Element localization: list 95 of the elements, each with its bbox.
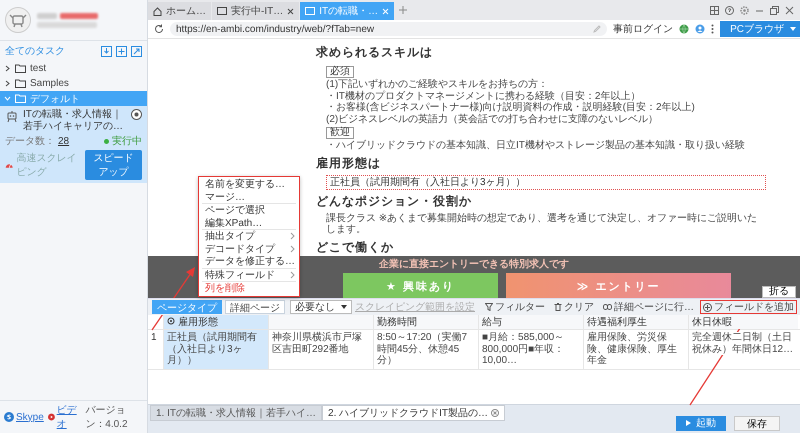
- robot-icon: [5, 109, 19, 123]
- toolbar-button[interactable]: クリア: [551, 300, 597, 314]
- collapse-button[interactable]: 折る: [762, 286, 796, 298]
- settings-icon[interactable]: [740, 6, 749, 14]
- body-text: 課長クラス ※あくまで募集開始時の想定であり、選考を通じて決定し、オファー時にご説明いたします。: [325, 212, 758, 236]
- import-icon[interactable]: [101, 46, 112, 56]
- body-text: ・ハイブリッドクラウドの基本知識、日立IT機材やストレージ製品の基本知識・取り扱い経験: [325, 140, 746, 152]
- pre-login-button[interactable]: 事前ログイン: [613, 22, 674, 36]
- column-header[interactable]: 休日休暇: [688, 315, 798, 329]
- help-icon[interactable]: [725, 6, 734, 14]
- speed-up-button[interactable]: スピードアップ: [85, 150, 142, 180]
- section-heading: 求められるスキルは: [316, 44, 434, 61]
- menu-item[interactable]: 列を削除: [199, 282, 299, 294]
- section-heading: 雇用形態は: [316, 154, 382, 172]
- play-icon: [686, 420, 691, 426]
- chevron-icon: [290, 270, 295, 279]
- folder-item[interactable]: Samples: [0, 76, 147, 91]
- footer-link[interactable]: Skype: [16, 412, 44, 422]
- task-tab[interactable]: 2. ハイブリッドクラウドIT製品の…: [322, 405, 506, 421]
- user-icon[interactable]: [695, 24, 706, 34]
- more-icon[interactable]: [711, 24, 714, 34]
- body-text: (2)ビジネスレベルの英語力（英会話での打ち合わせに支障のないレベル）: [325, 114, 660, 125]
- table-cell: 正社員（試用期間有（入社日より3ヶ月））: [163, 330, 268, 368]
- browser-tab[interactable]: 実行中-IT…: [212, 2, 300, 20]
- toolbar-button[interactable]: 詳細ページに行…: [600, 300, 697, 314]
- globe-icon[interactable]: [679, 24, 690, 34]
- toolbar-button[interactable]: フィルター: [482, 300, 548, 314]
- reload-icon[interactable]: [154, 24, 164, 34]
- skype-icon: [4, 412, 14, 422]
- column-header[interactable]: 給与: [478, 315, 583, 329]
- page-icon: [217, 7, 227, 15]
- new-tab-icon[interactable]: [399, 6, 408, 14]
- start-button[interactable]: 起動: [676, 416, 726, 430]
- filter-icon: [485, 303, 493, 311]
- footer-link[interactable]: ビデオ: [56, 403, 78, 431]
- menu-item[interactable]: データを修正する…: [199, 255, 299, 268]
- column-header[interactable]: 待遇福利厚生: [583, 315, 688, 329]
- row-number: 1: [150, 331, 158, 345]
- browser-mode-button[interactable]: PCブラウザ: [720, 21, 800, 37]
- status-dot-icon: [104, 138, 109, 144]
- caret-icon: [341, 305, 347, 309]
- restore-icon[interactable]: [770, 6, 779, 14]
- banner-text: 企業に直接エントリーできる特別求人です: [379, 258, 569, 271]
- tag: 歓迎: [326, 127, 354, 139]
- menu-item[interactable]: 抽出タイプ: [199, 230, 299, 242]
- home-icon: [153, 6, 162, 16]
- column-header[interactable]: 勤務時間: [373, 315, 478, 329]
- folder-icon: [15, 79, 26, 88]
- task-title: ITの転職・求人情報｜若手ハイキャリアの…: [23, 109, 124, 132]
- stop-icon[interactable]: [131, 109, 142, 120]
- section-title: 全てのタスク: [5, 45, 65, 58]
- close-icon[interactable]: [491, 409, 500, 417]
- close-icon[interactable]: [785, 6, 794, 14]
- mode-label: 高速スクレイピング: [16, 152, 78, 179]
- selected-element[interactable]: 正社員（試用期間有（入社日より3ヶ月））: [326, 174, 766, 190]
- address-field[interactable]: https://en-ambi.com/industry/web/?fTab=new: [170, 22, 608, 36]
- menu-item[interactable]: マージ…: [199, 190, 299, 203]
- task-tab[interactable]: 1. ITの転職・求人情報｜若手ハイ…: [150, 405, 322, 421]
- tag: 必須: [326, 66, 354, 78]
- save-button[interactable]: 保存: [734, 416, 780, 430]
- dropdown[interactable]: 必要なし: [290, 300, 352, 314]
- data-count-label: データ数：: [5, 135, 55, 148]
- folder-icon: [15, 94, 26, 103]
- browser-tab[interactable]: ホーム…: [148, 2, 211, 20]
- close-icon[interactable]: [287, 8, 294, 14]
- body-text: ・お客様(含ビジネスパートナー様)向け説明資料の作成・説明経験(目安：2年以上): [325, 102, 696, 114]
- body-text: ・IT機材のプロダクトマネージメントに携わる経験（目安：2年以上）: [325, 90, 642, 102]
- section-heading: どこで働くか: [316, 238, 395, 256]
- trash-icon: [554, 303, 562, 311]
- toolbar-button[interactable]: フィールドを追加: [700, 300, 797, 314]
- version-text: バージョン：4.0.2: [85, 404, 129, 431]
- menu-item[interactable]: 名前を変更する…: [199, 178, 299, 190]
- section-heading: どんなポジション・役割か: [316, 192, 473, 210]
- menu-item[interactable]: ページで選択: [199, 204, 299, 216]
- page-type-tab[interactable]: 詳細ページ: [225, 300, 285, 314]
- add-icon: [703, 302, 712, 312]
- data-count-link[interactable]: 28: [58, 136, 70, 146]
- play-icon: [48, 412, 55, 422]
- menu-item[interactable]: 特殊フィールド: [199, 268, 299, 281]
- link-icon: [603, 304, 612, 310]
- status-text: 実行中: [112, 134, 142, 148]
- column-header[interactable]: 雇用形態: [163, 315, 268, 329]
- folder-item[interactable]: test: [0, 61, 147, 76]
- task-card[interactable]: ITの転職・求人情報｜若手ハイキャリアの… データ数： 28 実行中 高速スクレイピング スピードアップ: [0, 106, 147, 183]
- page-icon: [305, 7, 316, 15]
- export-icon[interactable]: [131, 46, 142, 56]
- folder-icon: [15, 64, 26, 73]
- body-text: (1)下記いずれかのご経験やスキルをお持ちの方：: [325, 79, 550, 90]
- grid-icon[interactable]: [710, 6, 719, 14]
- robot-avatar-icon: [5, 7, 31, 33]
- menu-item[interactable]: デコードタイプ: [199, 242, 299, 255]
- add-icon[interactable]: [116, 46, 127, 56]
- menu-item[interactable]: 編集XPath…: [199, 216, 299, 229]
- move-icon: [167, 317, 175, 325]
- caret-icon: [790, 27, 796, 31]
